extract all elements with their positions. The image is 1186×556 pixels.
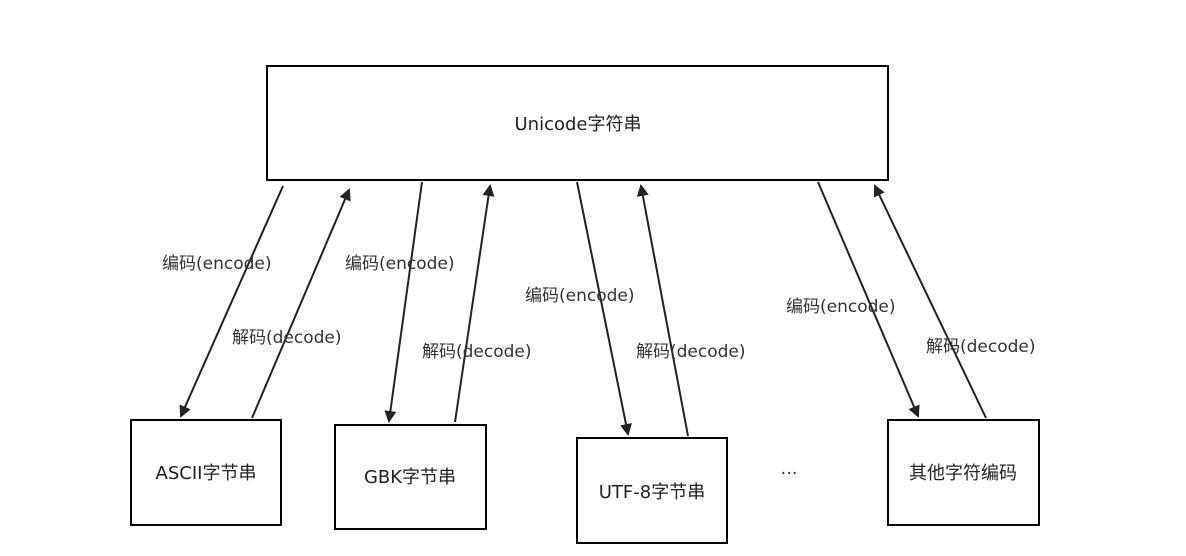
encode-label-gbk: 编码(encode) bbox=[345, 254, 455, 274]
decode-label-utf8: 解码(decode) bbox=[636, 342, 746, 362]
encode-label-other: 编码(encode) bbox=[786, 297, 896, 317]
unicode-string-label: Unicode字符串 bbox=[515, 114, 642, 135]
encode-arrow-utf8 bbox=[576, 181, 632, 436]
utf8-bytes-node: UTF-8字节串 bbox=[576, 437, 728, 544]
ascii-bytes-node: ASCII字节串 bbox=[130, 419, 282, 526]
gbk-bytes-label: GBK字节串 bbox=[364, 467, 456, 488]
ellipsis-text: … bbox=[781, 459, 798, 479]
decode-label-other: 解码(decode) bbox=[926, 337, 1036, 357]
encode-label-ascii: 编码(encode) bbox=[162, 254, 272, 274]
encode-label-utf8: 编码(encode) bbox=[525, 286, 635, 306]
decode-arrow-gbk bbox=[454, 184, 495, 423]
other-encoding-label: 其他字符编码 bbox=[909, 463, 1017, 484]
decode-label-gbk: 解码(decode) bbox=[422, 342, 532, 362]
utf8-bytes-label: UTF-8字节串 bbox=[599, 482, 705, 503]
encode-arrow-gbk bbox=[384, 181, 423, 423]
encoding-diagram: Unicode字符串 ASCII字节串 GBK字节串 UTF-8字节串 其他字符… bbox=[130, 65, 1040, 544]
ascii-bytes-label: ASCII字节串 bbox=[156, 463, 257, 484]
other-encoding-node: 其他字符编码 bbox=[887, 419, 1040, 526]
decode-label-ascii: 解码(decode) bbox=[232, 328, 342, 348]
decode-arrow-utf8 bbox=[636, 184, 689, 437]
gbk-bytes-node: GBK字节串 bbox=[334, 424, 487, 530]
unicode-string-node: Unicode字符串 bbox=[266, 65, 889, 181]
